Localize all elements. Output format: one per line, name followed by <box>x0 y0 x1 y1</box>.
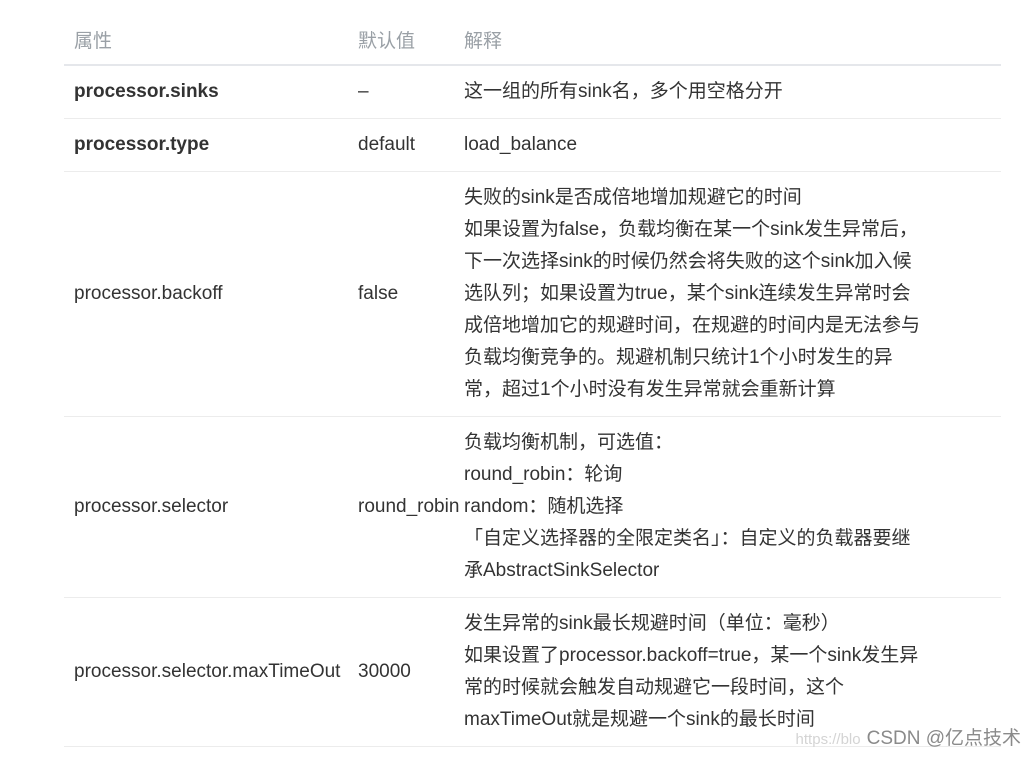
property-name: processor.type <box>64 118 348 172</box>
table-header-row: 属性 默认值 解释 <box>64 14 1001 66</box>
default-value: round_robin <box>348 416 459 598</box>
properties-table: 属性 默认值 解释 processor.sinks – 这一组的所有sink名，… <box>64 14 1001 747</box>
property-name: processor.selector.maxTimeOut <box>64 597 348 747</box>
table-row: processor.selector round_robin 负载均衡机制，可选… <box>64 416 1001 598</box>
description-line: 「自定义选择器的全限定类名」：自定义的负载器要继 <box>464 528 911 549</box>
watermark: https://blo CSDN @亿点技术 <box>796 723 1021 750</box>
description-line: random：随机选择 <box>464 496 624 517</box>
description-line: 如果设置了processor.backoff=true，某一个sink发生异 <box>464 645 919 666</box>
description-line: 承AbstractSinkSelector <box>464 560 660 581</box>
description-line: 下一次选择sink的时候仍然会将失败的这个sink加入候 <box>464 251 912 272</box>
table-row: processor.sinks – 这一组的所有sink名，多个用空格分开 <box>64 65 1001 119</box>
description-line: round_robin：轮询 <box>464 464 623 485</box>
property-description: load_balance <box>454 118 1001 172</box>
header-default: 默认值 <box>348 14 454 66</box>
description-line: 负载均衡竞争的。规避机制只统计1个小时发生的异 <box>464 347 893 368</box>
header-property: 属性 <box>64 14 348 66</box>
property-description: 负载均衡机制，可选值： round_robin：轮询 random：随机选择 「… <box>454 416 1001 598</box>
description-line: 发生异常的sink最长规避时间（单位：毫秒） <box>464 613 840 634</box>
default-value: 30000 <box>348 597 454 747</box>
default-value: false <box>348 171 454 417</box>
watermark-brand: CSDN @亿点技术 <box>866 728 1021 749</box>
default-value: – <box>348 65 454 119</box>
property-name: processor.sinks <box>64 65 348 119</box>
property-description: 失败的sink是否成倍地增加规避它的时间 如果设置为false，负载均衡在某一个… <box>454 171 1001 417</box>
description-line: 失败的sink是否成倍地增加规避它的时间 <box>464 187 802 208</box>
watermark-url: https://blo <box>795 731 861 748</box>
table-row: processor.backoff false 失败的sink是否成倍地增加规避… <box>64 171 1001 417</box>
description-line: 常的时候就会触发自动规避它一段时间，这个 <box>464 677 845 698</box>
description-line: load_balance <box>464 134 578 155</box>
description-line: 负载均衡机制，可选值： <box>464 432 674 453</box>
property-name: processor.backoff <box>64 171 348 417</box>
default-value: default <box>348 118 454 172</box>
description-line: 常，超过1个小时没有发生异常就会重新计算 <box>464 379 836 400</box>
description-line: 这一组的所有sink名，多个用空格分开 <box>464 81 783 102</box>
property-description: 这一组的所有sink名，多个用空格分开 <box>454 65 1001 119</box>
description-line: 如果设置为false，负载均衡在某一个sink发生异常后， <box>464 219 918 240</box>
header-description: 解释 <box>454 14 1001 66</box>
property-name: processor.selector <box>64 416 348 598</box>
table-row: processor.type default load_balance <box>64 118 1001 172</box>
description-line: 选队列；如果设置为true，某个sink连续发生异常时会 <box>464 283 911 304</box>
description-line: 成倍地增加它的规避时间，在规避的时间内是无法参与 <box>464 315 921 336</box>
